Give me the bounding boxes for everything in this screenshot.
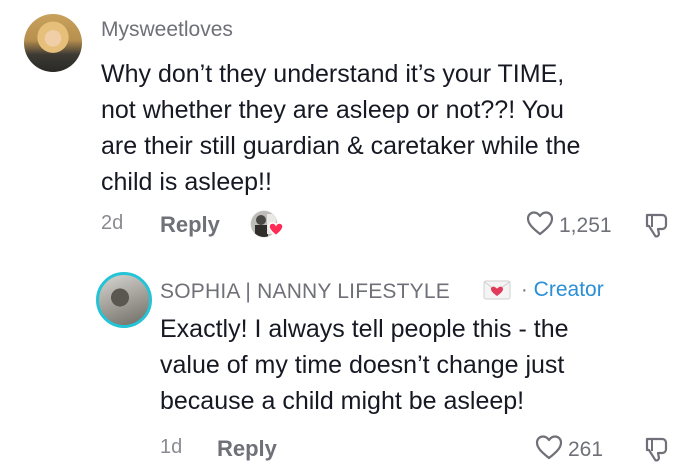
comment-meta-row: 1d Reply 261: [0, 426, 700, 466]
comment-text-line: value of my time doesn’t change just: [160, 351, 565, 379]
comment-text: Why don’t they understand it’s your TIME…: [101, 56, 681, 200]
dislike-icon[interactable]: [641, 210, 671, 240]
comment-username[interactable]: SOPHIA | NANNY LIFESTYLE: [160, 280, 450, 304]
comment-timestamp: 2d: [101, 212, 124, 234]
avatar[interactable]: [24, 14, 82, 72]
comment-text-line: because a child might be asleep!: [160, 387, 525, 415]
comment-username[interactable]: Mysweetloves: [101, 18, 233, 42]
creator-badge: Creator: [533, 278, 604, 301]
reply-button[interactable]: Reply: [160, 212, 220, 238]
like-button[interactable]: 261: [535, 434, 603, 465]
reply-comment-item: SOPHIA | NANNY LIFESTYLE · Creator Exact…: [0, 262, 700, 470]
comment-timestamp: 1d: [160, 436, 183, 458]
separator-dot: ·: [521, 278, 528, 301]
comment-item: Mysweetloves Why don’t they understand i…: [0, 0, 700, 250]
comment-text-line: child is asleep!!: [101, 168, 272, 196]
comment-text-line: not whether they are asleep or not??! Yo…: [101, 96, 564, 124]
like-button[interactable]: 1,251: [526, 210, 612, 241]
like-count: 1,251: [559, 213, 612, 237]
reply-button[interactable]: Reply: [217, 436, 277, 462]
envelope-heart-icon: [483, 280, 511, 300]
heart-icon: [526, 210, 554, 241]
comment-meta-row: 2d Reply 1,251: [0, 204, 700, 244]
creator-liked-icon: [249, 208, 287, 242]
comment-text-line: are their still guardian & caretaker whi…: [101, 132, 581, 160]
comment-text: Exactly! I always tell people this - the…: [160, 311, 680, 419]
heart-icon: [535, 434, 563, 465]
dislike-icon[interactable]: [641, 434, 671, 464]
like-count: 261: [568, 437, 604, 461]
avatar[interactable]: [96, 272, 152, 328]
comment-text-line: Exactly! I always tell people this - the: [160, 315, 569, 343]
comment-text-line: Why don’t they understand it’s your TIME…: [101, 60, 565, 88]
creator-meta: · Creator: [483, 278, 604, 302]
